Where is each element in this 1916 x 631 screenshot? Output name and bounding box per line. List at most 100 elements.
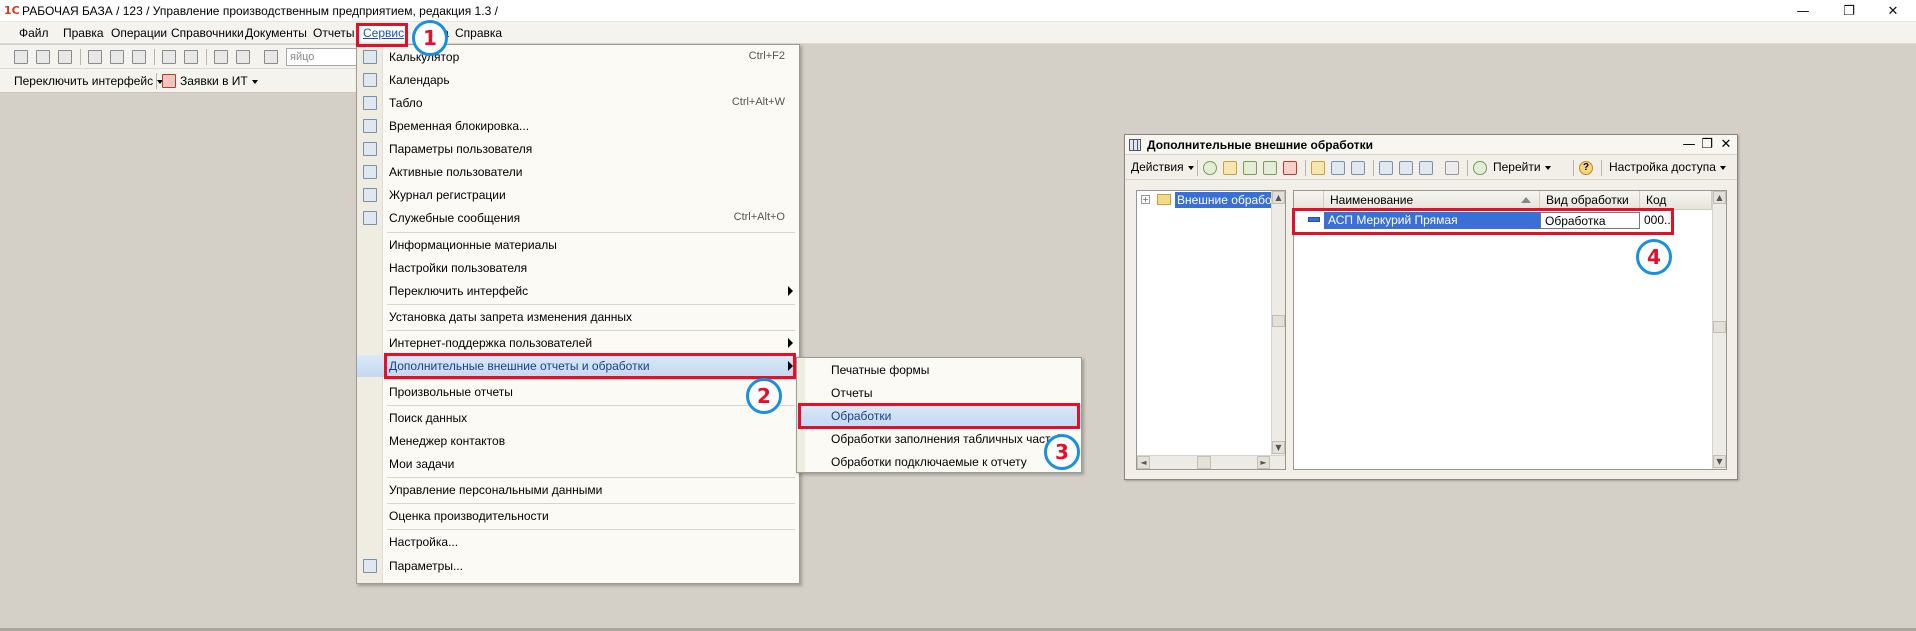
restore-button[interactable]: ❐ bbox=[1826, 0, 1872, 22]
menu-item-info-materials[interactable]: Информационные материалы bbox=[357, 234, 799, 256]
scroll-right-icon[interactable]: ► bbox=[1257, 456, 1270, 469]
paste-icon[interactable] bbox=[132, 50, 146, 64]
menu-edit[interactable]: Правка bbox=[60, 25, 107, 41]
menu-catalogs[interactable]: Справочники bbox=[168, 25, 247, 41]
minimize-button[interactable]: — bbox=[1780, 0, 1826, 22]
scroll-thumb[interactable] bbox=[1197, 456, 1211, 469]
expand-icon[interactable]: + bbox=[1141, 195, 1150, 204]
menu-item-personal-data[interactable]: Управление персональными данными bbox=[357, 479, 799, 501]
menu-item-event-log[interactable]: Журнал регистрации bbox=[357, 184, 799, 206]
scroll-left-icon[interactable]: ◄ bbox=[1137, 456, 1150, 469]
scroll-down-icon[interactable]: ▼ bbox=[1713, 455, 1726, 468]
filter-icon[interactable] bbox=[1379, 161, 1393, 175]
tree-vertical-scrollbar[interactable]: ▲ ▼ bbox=[1271, 191, 1285, 455]
child-window-toolbar: Действия Перейти ? Настройка доступа bbox=[1125, 156, 1737, 180]
switch-interface-label: Переключить интерфейс bbox=[14, 74, 154, 88]
menu-item-parameters[interactable]: Параметры... bbox=[357, 555, 799, 577]
submenu-item-reports[interactable]: Отчеты bbox=[797, 382, 1081, 405]
child-minimize-button[interactable]: — bbox=[1681, 136, 1697, 152]
menu-item-calendar[interactable]: Календарь bbox=[357, 69, 799, 91]
menu-item-switch-interface[interactable]: Переключить интерфейс bbox=[357, 280, 799, 302]
scroll-up-icon[interactable]: ▲ bbox=[1713, 191, 1726, 204]
filter-by-value-icon[interactable] bbox=[1399, 161, 1413, 175]
edit-icon[interactable] bbox=[1263, 161, 1277, 175]
redo-icon[interactable] bbox=[236, 50, 250, 64]
scroll-up-icon[interactable]: ▲ bbox=[1272, 191, 1285, 204]
copy-item-icon[interactable] bbox=[1243, 161, 1257, 175]
submenu-item-report-plugins[interactable]: Обработки подключаемые к отчету bbox=[797, 451, 1081, 474]
go-menu-button[interactable]: Перейти bbox=[1493, 160, 1551, 174]
menu-help[interactable]: Справка bbox=[452, 25, 505, 41]
menu-item-contact-manager[interactable]: Менеджер контактов bbox=[357, 430, 799, 452]
add-folder-icon[interactable] bbox=[1223, 161, 1237, 175]
lock-icon bbox=[363, 119, 377, 133]
menu-item-user-params[interactable]: Параметры пользователя bbox=[357, 138, 799, 160]
toolbar-separator bbox=[1197, 160, 1198, 176]
undo-icon[interactable] bbox=[214, 50, 228, 64]
move-icon[interactable] bbox=[1331, 161, 1345, 175]
menu-reports[interactable]: Отчеты bbox=[310, 25, 357, 41]
menu-item-label: Управление персональными данными bbox=[389, 483, 603, 497]
menu-item-custom-reports[interactable]: Произвольные отчеты bbox=[357, 381, 799, 403]
menu-item-temp-lock[interactable]: Временная блокировка... bbox=[357, 115, 799, 137]
print-icon[interactable] bbox=[162, 50, 176, 64]
hierarchy-icon[interactable] bbox=[1311, 161, 1325, 175]
submenu-item-table-fill[interactable]: Обработки заполнения табличных частей bbox=[797, 428, 1081, 451]
close-button[interactable]: ✕ bbox=[1870, 0, 1916, 22]
menu-operations[interactable]: Операции bbox=[108, 25, 170, 41]
clear-filter-icon[interactable] bbox=[1445, 161, 1459, 175]
save-icon[interactable] bbox=[58, 50, 72, 64]
chevron-down-icon bbox=[1544, 165, 1551, 170]
menu-file[interactable]: Файл bbox=[16, 25, 52, 41]
parent-level-icon[interactable] bbox=[1351, 161, 1365, 175]
tree-root-item[interactable]: Внешние обработки bbox=[1175, 192, 1271, 208]
scroll-down-icon[interactable]: ▼ bbox=[1272, 441, 1285, 454]
menu-item-data-search[interactable]: Поиск данных bbox=[357, 407, 799, 429]
folder-tree[interactable]: + Внешние обработки ▲ ▼ ◄ ► bbox=[1136, 190, 1286, 470]
external-processing-window: Дополнительные внешние обработки — ❐ ✕ Д… bbox=[1124, 134, 1738, 480]
copy-icon[interactable] bbox=[110, 50, 124, 64]
tree-horizontal-scrollbar[interactable]: ◄ ► bbox=[1137, 455, 1285, 469]
menu-item-lock-date[interactable]: Установка даты запрета изменения данных bbox=[357, 306, 799, 328]
search-input[interactable]: яйцо bbox=[286, 48, 360, 66]
list-vertical-scrollbar[interactable]: ▲ ▼ bbox=[1712, 191, 1726, 469]
child-restore-button[interactable]: ❐ bbox=[1699, 136, 1715, 152]
actions-menu-button[interactable]: Действия bbox=[1131, 160, 1194, 174]
child-close-button[interactable]: ✕ bbox=[1718, 136, 1734, 152]
it-requests-button[interactable]: Заявки в ИТ bbox=[180, 74, 258, 88]
new-document-icon[interactable] bbox=[14, 50, 28, 64]
scroll-thumb[interactable] bbox=[1713, 321, 1726, 333]
menu-item-label: Параметры пользователя bbox=[389, 142, 533, 156]
help-icon[interactable]: ? bbox=[1579, 161, 1593, 175]
menu-item-user-settings[interactable]: Настройки пользователя bbox=[357, 257, 799, 279]
cut-icon[interactable] bbox=[88, 50, 102, 64]
menu-item-performance[interactable]: Оценка производительности bbox=[357, 505, 799, 527]
menu-separator bbox=[387, 405, 795, 406]
menu-item-service-messages[interactable]: Служебные сообщения Ctrl+Alt+O bbox=[357, 207, 799, 229]
submenu-item-print-forms[interactable]: Печатные формы bbox=[797, 359, 1081, 382]
calendar-icon bbox=[363, 73, 377, 87]
open-folder-icon[interactable] bbox=[36, 50, 50, 64]
scroll-thumb[interactable] bbox=[1272, 315, 1285, 327]
menu-item-dashboard[interactable]: Табло Ctrl+Alt+W bbox=[357, 92, 799, 114]
menu-item-active-users[interactable]: Активные пользователи bbox=[357, 161, 799, 183]
access-settings-button[interactable]: Настройка доступа bbox=[1609, 160, 1726, 174]
submenu-item-label: Обработки подключаемые к отчету bbox=[831, 455, 1027, 469]
add-icon[interactable] bbox=[1203, 161, 1217, 175]
app-logo-icon: 1С bbox=[4, 4, 20, 17]
print-preview-icon[interactable] bbox=[184, 50, 198, 64]
submenu-arrow-icon bbox=[788, 286, 793, 296]
delete-icon[interactable] bbox=[1283, 161, 1297, 175]
callout-badge: 2 bbox=[746, 378, 782, 414]
close-icon: ✕ bbox=[1887, 3, 1899, 19]
search-icon[interactable] bbox=[264, 50, 278, 64]
filter-history-icon[interactable] bbox=[1419, 161, 1433, 175]
menu-documents[interactable]: Документы bbox=[242, 25, 310, 41]
switch-interface-button[interactable]: Переключить интерфейс bbox=[14, 74, 164, 88]
menu-item-label: Табло bbox=[389, 96, 423, 110]
menu-item-internet-support[interactable]: Интернет-поддержка пользователей bbox=[357, 332, 799, 354]
log-icon bbox=[363, 188, 377, 202]
refresh-icon[interactable] bbox=[1473, 161, 1487, 175]
menu-item-setup[interactable]: Настройка... bbox=[357, 531, 799, 553]
menu-item-my-tasks[interactable]: Мои задачи bbox=[357, 453, 799, 475]
